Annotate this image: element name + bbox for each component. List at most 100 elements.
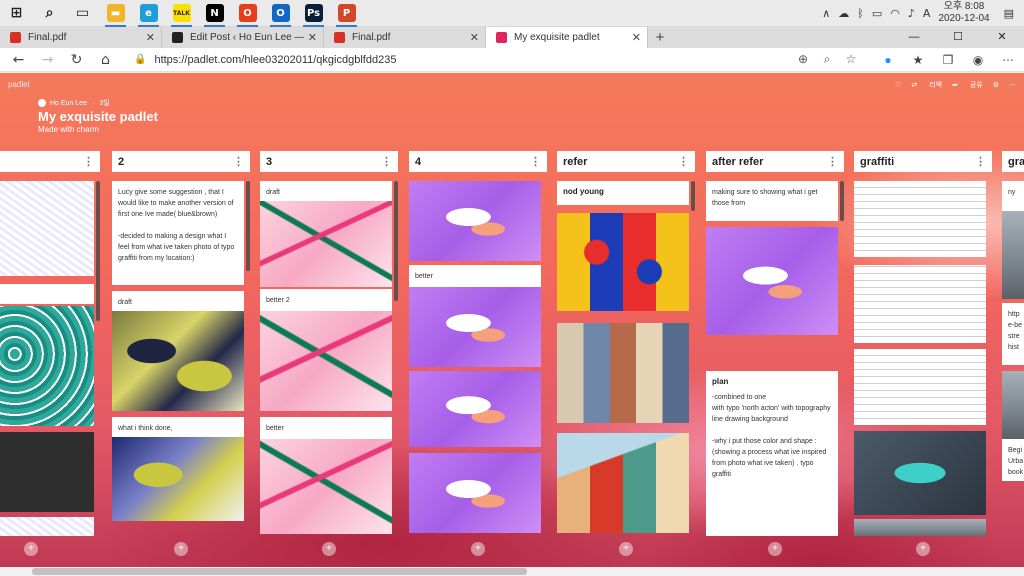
settings-gear-icon[interactable]: ⚙: [993, 81, 999, 89]
column-header[interactable]: after refer ⋮: [706, 151, 844, 172]
notification-icon[interactable]: ▤: [1004, 7, 1014, 20]
post-card[interactable]: [1002, 211, 1024, 299]
post-card[interactable]: [854, 265, 986, 343]
maximize-button[interactable]: ☐: [936, 27, 980, 48]
column-header[interactable]: gra⋮: [1002, 151, 1024, 172]
reload-button[interactable]: ↻: [62, 52, 91, 68]
post-card[interactable]: ny: [1002, 181, 1024, 211]
post-card[interactable]: draft: [260, 181, 392, 201]
post-card[interactable]: what i think done,: [112, 417, 244, 437]
ime-icon[interactable]: A: [923, 7, 931, 20]
post-card[interactable]: [260, 311, 392, 411]
add-post-button[interactable]: +: [619, 542, 633, 556]
minimize-button[interactable]: —: [892, 27, 936, 48]
column-menu-icon[interactable]: ⋮: [530, 155, 541, 168]
favorites-icon[interactable]: ★: [903, 53, 933, 67]
add-post-button[interactable]: +: [916, 542, 930, 556]
post-card[interactable]: [409, 453, 541, 533]
photoshop-icon[interactable]: Ps: [297, 0, 330, 27]
search-icon[interactable]: ⌕: [33, 0, 66, 27]
post-card[interactable]: [0, 306, 94, 426]
forward-button[interactable]: →: [33, 52, 62, 68]
post-card[interactable]: [1002, 371, 1024, 439]
favorite-star-icon[interactable]: ☆: [839, 52, 863, 67]
post-card[interactable]: http e-be stre hist: [1002, 303, 1024, 365]
collections-icon[interactable]: ❐: [933, 53, 963, 67]
file-explorer-icon[interactable]: ▬: [99, 0, 132, 27]
windows-start-icon[interactable]: ⊞: [0, 0, 33, 27]
outlook-icon[interactable]: O: [264, 0, 297, 27]
heart-icon[interactable]: ♡: [895, 81, 901, 89]
post-card[interactable]: [112, 311, 244, 411]
column-menu-icon[interactable]: ⋮: [827, 155, 838, 168]
post-card[interactable]: [409, 181, 541, 261]
close-window-button[interactable]: ✕: [980, 27, 1024, 48]
add-post-button[interactable]: +: [24, 542, 38, 556]
post-card[interactable]: [557, 323, 689, 423]
zoom-icon[interactable]: ⌕: [815, 52, 839, 67]
horizontal-scrollbar[interactable]: [0, 567, 1024, 576]
post-card[interactable]: [854, 181, 986, 257]
battery-icon[interactable]: ▭: [872, 7, 882, 20]
clock[interactable]: 오후 8:08 2020-12-04: [938, 1, 989, 25]
post-card[interactable]: [0, 432, 94, 512]
post-card[interactable]: [557, 433, 689, 533]
browser-tab[interactable]: My exquisite padlet ✕: [486, 27, 648, 48]
post-card[interactable]: e: [0, 284, 94, 304]
column-menu-icon[interactable]: ⋮: [975, 155, 986, 168]
post-card[interactable]: plan -combined to one with typo 'north ac…: [706, 371, 838, 536]
office-icon[interactable]: O: [231, 0, 264, 27]
onedrive-icon[interactable]: ☁: [838, 7, 849, 20]
column-menu-icon[interactable]: ⋮: [233, 155, 244, 168]
post-card[interactable]: [706, 227, 838, 335]
post-card[interactable]: [0, 517, 94, 536]
chevron-up-icon[interactable]: ∧: [822, 7, 830, 20]
post-card[interactable]: better: [409, 265, 541, 287]
column-header[interactable]: graffiti ⋮: [854, 151, 992, 172]
share-button[interactable]: ➦ 공유: [952, 80, 983, 90]
zoom-extension-icon[interactable]: ●: [873, 53, 903, 67]
add-post-button[interactable]: +: [471, 542, 485, 556]
powerpoint-icon[interactable]: P: [330, 0, 363, 27]
remake-button[interactable]: ⇄ 리액: [911, 80, 942, 90]
post-card[interactable]: [557, 213, 689, 311]
post-card[interactable]: Lucy give some suggestion , that I would…: [112, 181, 244, 285]
column-menu-icon[interactable]: ⋮: [678, 155, 689, 168]
post-card[interactable]: [260, 201, 392, 287]
add-app-icon[interactable]: ⊕: [791, 52, 815, 67]
post-card[interactable]: [854, 349, 986, 425]
post-card[interactable]: better: [260, 417, 392, 439]
column-header[interactable]: refer ⋮: [557, 151, 695, 172]
add-post-button[interactable]: +: [322, 542, 336, 556]
bluetooth-icon[interactable]: ᛒ: [857, 7, 864, 20]
back-button[interactable]: ←: [4, 52, 33, 68]
lock-icon[interactable]: 🔒: [134, 54, 146, 65]
add-post-button[interactable]: +: [174, 542, 188, 556]
column-scrollbar[interactable]: [394, 181, 398, 301]
column-header[interactable]: 2 ⋮: [112, 151, 250, 172]
browser-tab[interactable]: Final.pdf ✕: [324, 27, 486, 48]
post-card[interactable]: better 2: [260, 289, 392, 311]
column-header[interactable]: ⋮: [0, 151, 100, 172]
tab-close-icon[interactable]: ✕: [308, 31, 317, 44]
volume-icon[interactable]: ♪: [908, 7, 915, 20]
more-menu-icon[interactable]: ⋯: [993, 53, 1023, 67]
board-more-icon[interactable]: ⋯: [1009, 81, 1016, 89]
post-card[interactable]: [260, 439, 392, 534]
wifi-icon[interactable]: ◠: [890, 7, 900, 20]
edge-icon[interactable]: e: [132, 0, 165, 27]
column-scrollbar[interactable]: [691, 181, 695, 211]
kakaotalk-icon[interactable]: TALK: [165, 0, 198, 27]
home-button[interactable]: ⌂: [91, 52, 120, 68]
new-tab-button[interactable]: +: [648, 27, 672, 48]
profile-avatar[interactable]: ◉: [963, 53, 993, 67]
column-scrollbar[interactable]: [96, 181, 100, 321]
column-header[interactable]: 3 ⋮: [260, 151, 398, 172]
post-card[interactable]: draft: [112, 291, 244, 311]
task-view-icon[interactable]: ▭: [66, 0, 99, 27]
post-card[interactable]: [854, 431, 986, 515]
browser-tab[interactable]: Final.pdf ✕: [0, 27, 162, 48]
post-card[interactable]: [854, 519, 986, 536]
column-header[interactable]: 4 ⋮: [409, 151, 547, 172]
padlet-logo[interactable]: padlet: [8, 80, 30, 89]
